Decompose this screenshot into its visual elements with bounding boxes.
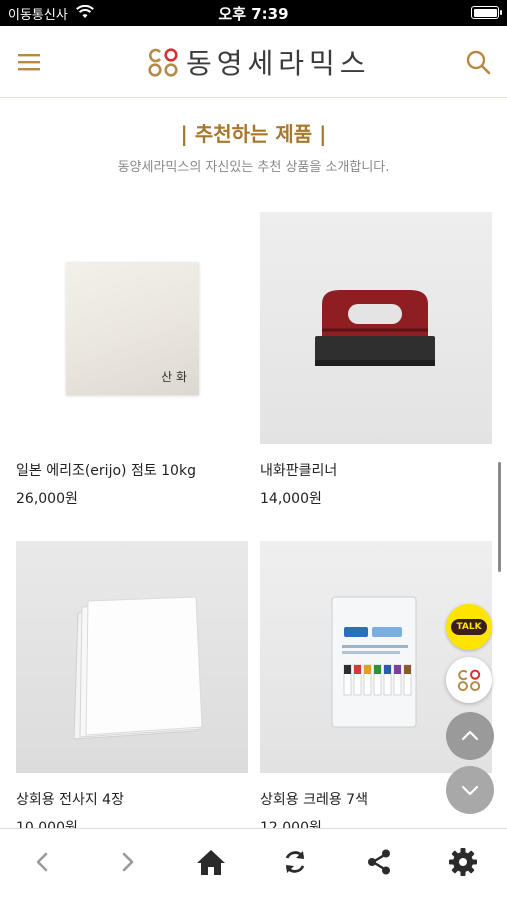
logo-mark-icon [457,669,481,692]
battery-icon [471,6,502,19]
forward-icon[interactable] [110,845,144,879]
product-card[interactable]: 상회용 전사지 4장 10,000원 [16,541,248,837]
product-name[interactable]: 일본 에리조(erijo) 점토 10kg [16,460,248,480]
brand-logo[interactable]: 동영세라믹스 [146,42,371,82]
kakaotalk-button[interactable]: TALK [446,604,492,650]
logo-shortcut-button[interactable] [446,657,492,703]
product-price: 14,000원 [260,491,322,507]
transfer-paper-image [73,596,203,740]
product-name[interactable]: 내화판클리너 [260,460,492,480]
search-icon[interactable] [465,49,491,75]
clay-sheet-image: 산 화 [66,262,199,395]
status-bar: 이동통신사 오후 7:39 [0,0,507,26]
product-price: 26,000원 [16,491,78,507]
scroll-bottom-button[interactable] [446,766,494,814]
scrollbar[interactable] [498,462,501,572]
chevron-up-icon [461,730,479,741]
section-subtitle: 동양세라믹스의 자신있는 추천 상품을 소개합니다. [117,160,390,175]
scroll-top-button[interactable] [446,712,494,760]
settings-icon[interactable] [446,845,480,879]
product-card[interactable]: 산 화 일본 에리조(erijo) 점토 10kg 26,000원 [16,212,248,508]
product-image[interactable] [16,541,248,773]
home-icon[interactable] [194,845,228,879]
logo-mark-icon [148,48,178,77]
kiln-cleaner-image [315,290,435,366]
product-image-label: 산 화 [161,370,187,384]
product-image[interactable]: 산 화 [16,212,248,444]
status-time: 오후 7:39 [218,5,289,23]
back-icon[interactable] [26,845,60,879]
product-image[interactable] [260,212,492,444]
section-title: | 추천하는 제품 | [180,122,327,146]
product-card[interactable]: 내화판클리너 14,000원 [260,212,492,508]
logo-text: 동영세라믹스 [186,47,371,80]
bottom-nav-bar [0,828,507,900]
app-header: 동영세라믹스 [0,26,507,98]
hamburger-menu-icon[interactable] [16,49,42,75]
refresh-icon[interactable] [278,845,312,879]
product-name[interactable]: 상회용 전사지 4장 [16,789,248,809]
share-icon[interactable] [362,845,396,879]
chevron-down-icon [461,785,479,796]
talk-label: TALK [451,619,487,635]
